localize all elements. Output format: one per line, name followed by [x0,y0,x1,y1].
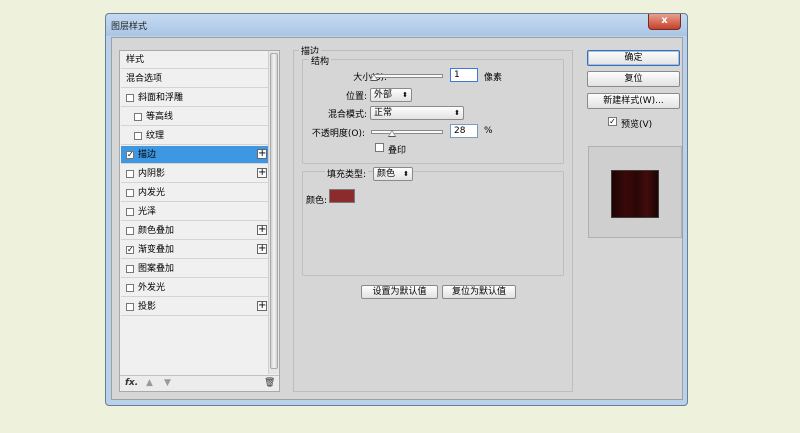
group-title: 结构 [309,54,332,67]
fill-type-value: 颜色 [377,169,396,179]
checkbox[interactable] [126,303,134,311]
window-title: 图层样式 [111,22,148,32]
color-label: 颜色: [306,196,328,206]
structure-group: 结构 大小(S): 1 像素 位置: 外部 ⬍ 混合模式: 正常 ⬍ 不透明度(… [302,54,564,164]
sidebar-item-label: 渐变叠加 [138,245,175,255]
checkbox[interactable] [126,94,134,102]
reset-button[interactable]: 复位 [587,71,680,87]
size-unit: 像素 [484,73,503,83]
sidebar-item-drop-shadow[interactable]: 投影 + [121,298,269,316]
size-slider[interactable] [371,74,443,78]
sidebar-item-label: 纹理 [146,131,165,141]
sidebar-item-outer-glow[interactable]: 外发光 [121,279,269,297]
checkbox[interactable]: ✓ [126,246,134,254]
move-down-icon[interactable]: ▼ [164,378,171,388]
chevron-updown-icon: ⬍ [402,91,408,99]
close-button[interactable]: x [648,14,681,30]
opacity-input[interactable]: 28 [450,124,478,138]
position-label: 位置: [345,92,367,102]
opacity-slider[interactable] [371,130,443,134]
add-icon[interactable]: + [257,225,267,235]
sidebar-item-inner-glow[interactable]: 内发光 [121,184,269,202]
sidebar-item-styles[interactable]: 样式 [121,51,269,69]
size-slider-thumb[interactable] [370,74,378,81]
sidebar-item-stroke[interactable]: ✓ 描边 + [121,146,269,164]
style-list-panel: 样式 混合选项 斜面和浮雕 等高线 纹理 ✓ 描边 + 内阴影 + 内发光 光泽… [119,50,280,392]
size-input[interactable]: 1 [450,68,478,82]
style-preview [588,146,682,238]
checkbox[interactable] [126,208,134,216]
fill-type-group: 填充类型: 颜色 ⬍ 颜色: [302,167,564,276]
sidebar-item-label: 斜面和浮雕 [138,93,184,103]
sidebar-item-label: 外发光 [138,283,166,293]
sidebar-item-label: 等高线 [146,112,174,122]
style-list-footer: fx. ▲ ▼ 🗑 [120,375,279,391]
blend-mode-label: 混合模式: [327,110,367,120]
opacity-unit: % [484,126,493,136]
checkbox[interactable] [126,189,134,197]
checkbox[interactable] [126,284,134,292]
checkbox[interactable] [134,132,142,140]
sidebar-item-contour[interactable]: 等高线 [121,108,269,126]
sidebar-item-color-overlay[interactable]: 颜色叠加 + [121,222,269,240]
sidebar-item-bevel-emboss[interactable]: 斜面和浮雕 [121,89,269,107]
fx-icon[interactable]: fx. [125,378,138,388]
dialog-body: 样式 混合选项 斜面和浮雕 等高线 纹理 ✓ 描边 + 内阴影 + 内发光 光泽… [111,37,683,400]
sidebar-item-label: 混合选项 [126,74,163,84]
checkbox[interactable] [126,170,134,178]
sidebar-item-label: 图案叠加 [138,264,175,274]
overprint-label: 叠印 [388,146,407,156]
sidebar-item-label: 颜色叠加 [138,226,175,236]
sidebar-item-inner-shadow[interactable]: 内阴影 + [121,165,269,183]
blend-mode-value: 正常 [374,108,393,118]
opacity-slider-thumb[interactable] [388,130,396,137]
sidebar-item-texture[interactable]: 纹理 [121,127,269,145]
checkbox[interactable] [126,227,134,235]
fill-type-select[interactable]: 颜色 ⬍ [373,167,413,181]
preview-thumbnail [611,170,659,218]
sidebar-item-label: 内发光 [138,188,166,198]
checkbox[interactable] [126,265,134,273]
add-icon[interactable]: + [257,149,267,159]
sidebar-item-label: 样式 [126,55,145,65]
sidebar-item-label: 描边 [138,150,157,160]
new-style-button[interactable]: 新建样式(W)... [587,93,680,109]
reset-to-default-button[interactable]: 复位为默认值 [442,285,516,299]
trash-icon[interactable]: 🗑 [264,378,275,388]
fill-type-label: 填充类型: [325,167,369,180]
checkbox[interactable]: ✓ [126,151,134,159]
checkbox[interactable] [134,113,142,121]
overprint-checkbox[interactable] [375,143,384,152]
sidebar-item-label: 投影 [138,302,157,312]
sidebar-item-pattern-overlay[interactable]: 图案叠加 [121,260,269,278]
preview-label: 预览(V) [621,120,653,130]
sidebar-item-label: 内阴影 [138,169,166,179]
scrollbar-thumb[interactable] [270,53,278,369]
preview-checkbox[interactable]: ✓ [608,117,617,126]
sidebar-item-satin[interactable]: 光泽 [121,203,269,221]
opacity-label: 不透明度(O): [311,129,365,139]
make-default-button[interactable]: 设置为默认值 [361,285,438,299]
add-icon[interactable]: + [257,168,267,178]
sidebar-item-blending-options[interactable]: 混合选项 [121,70,269,88]
add-icon[interactable]: + [257,244,267,254]
layer-style-dialog: 图层样式 x 样式 混合选项 斜面和浮雕 等高线 纹理 ✓ 描边 + 内阴影 +… [105,13,688,406]
position-select[interactable]: 外部 ⬍ [370,88,412,102]
ok-button[interactable]: 确定 [587,50,680,66]
position-value: 外部 [374,90,393,100]
blend-mode-select[interactable]: 正常 ⬍ [370,106,464,120]
scrollbar[interactable] [268,51,279,374]
chevron-updown-icon: ⬍ [403,170,409,178]
move-up-icon[interactable]: ▲ [146,378,153,388]
chevron-updown-icon: ⬍ [454,109,460,117]
title-bar[interactable]: 图层样式 x [106,14,687,36]
sidebar-item-label: 光泽 [138,207,157,217]
stroke-color-swatch[interactable] [329,189,355,203]
add-icon[interactable]: + [257,301,267,311]
stroke-settings-panel: 描边 结构 大小(S): 1 像素 位置: 外部 ⬍ 混合模式: 正常 ⬍ 不透… [293,44,573,392]
sidebar-item-gradient-overlay[interactable]: ✓ 渐变叠加 + [121,241,269,259]
